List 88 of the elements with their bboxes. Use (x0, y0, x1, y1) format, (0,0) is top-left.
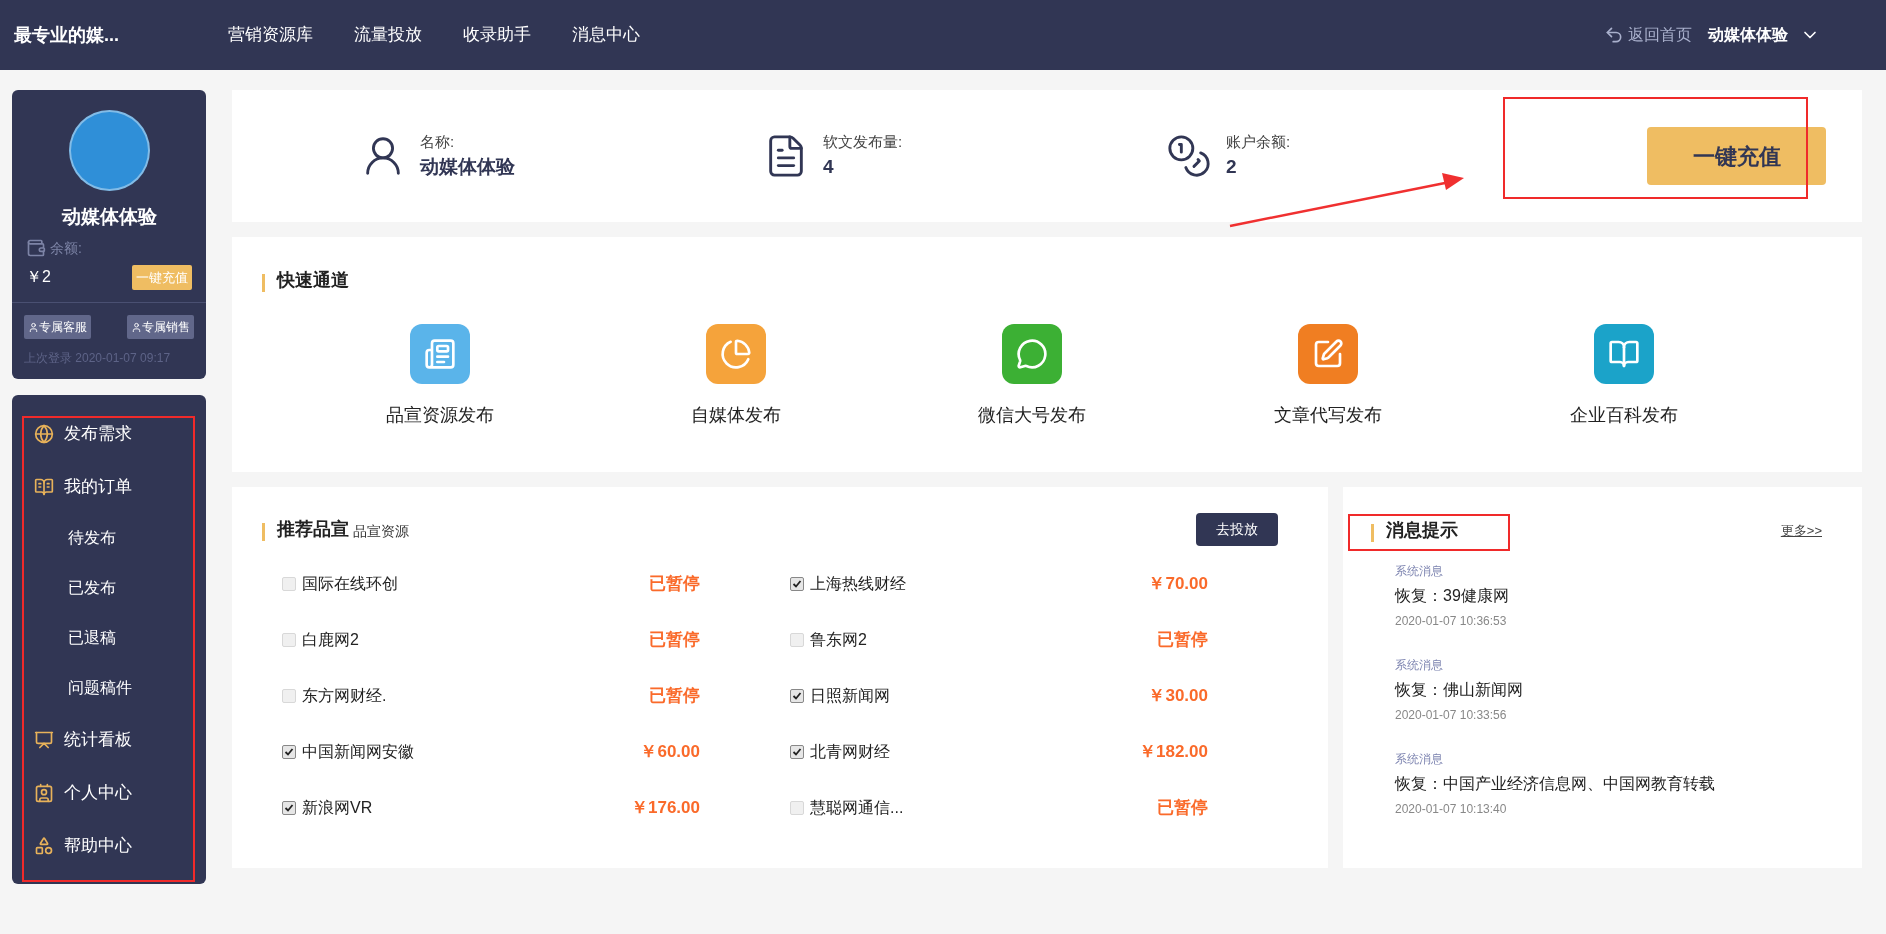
checkbox[interactable] (790, 689, 804, 703)
book-icon (1608, 338, 1640, 370)
quick-link[interactable]: 微信大号发布 (884, 324, 1180, 429)
nav-link[interactable]: 营销资源库 (228, 22, 313, 48)
more-link[interactable]: 更多>> (1780, 520, 1822, 541)
section-title: 消息提示 (1386, 519, 1458, 542)
resource-name: 东方网财经. (302, 686, 387, 706)
resource-name: 上海热线财经 (810, 574, 906, 594)
globe-icon (34, 423, 54, 444)
checkbox[interactable] (790, 577, 804, 591)
resource-name: 白鹿网2 (302, 630, 359, 650)
shapes-icon (34, 835, 54, 856)
message-title[interactable]: 恢复：39健康网 (1395, 584, 1834, 608)
message-type: 系统消息 (1395, 751, 1444, 768)
stat-value: 4 (823, 155, 835, 179)
stat-label: 账户余额: (1226, 131, 1291, 152)
contact-button[interactable]: 专属销售 (127, 315, 194, 339)
checkbox[interactable] (790, 745, 804, 759)
stat-label: 软文发布量: (823, 131, 903, 152)
submenu-item[interactable]: 待发布 (34, 513, 184, 563)
stat-value: 2 (1226, 155, 1238, 179)
recharge-button[interactable]: 一键充值 (1647, 127, 1826, 185)
stat-value: 动媒体体验 (420, 155, 515, 179)
home-link[interactable]: 返回首页 (1604, 23, 1692, 47)
resource-price: 已暂停 (1157, 797, 1208, 820)
user-menu[interactable]: 动媒体体验 (1708, 23, 1820, 47)
message-title[interactable]: 恢复：佛山新闻网 (1395, 678, 1834, 702)
site-title: 最专业的媒... (14, 23, 120, 47)
quick-link[interactable]: 文章代写发布 (1180, 324, 1476, 429)
menu-item[interactable]: 个人中心 (34, 766, 184, 819)
menu-item[interactable]: 帮助中心 (34, 819, 184, 872)
resource-name: 中国新闻网安徽 (302, 742, 414, 762)
resource-name: 新浪网VR (302, 798, 373, 818)
section-subtitle: 品宣资源 (353, 522, 409, 541)
submenu-item[interactable]: 问题稿件 (34, 663, 184, 713)
wallet-icon (26, 238, 46, 258)
quick-link[interactable]: 品宣资源发布 (292, 324, 588, 429)
reader-icon (34, 476, 54, 497)
profile-name: 动媒体体验 (61, 205, 157, 229)
resource-name: 国际在线环创 (302, 574, 398, 594)
board-icon (34, 729, 54, 750)
menu-item[interactable]: 我的订单 (34, 460, 184, 513)
submenu-item[interactable]: 已退稿 (34, 613, 184, 663)
resource-name: 北青网财经 (810, 742, 890, 762)
resource-price: 已暂停 (649, 629, 700, 652)
section-title: 快速通道 (277, 269, 349, 292)
message-type: 系统消息 (1395, 657, 1444, 674)
contact-button[interactable]: 专属客服 (24, 315, 91, 339)
resource-name: 鲁东网2 (810, 630, 867, 650)
resource-price: ￥60.00 (640, 741, 700, 764)
message-time: 2020-01-07 10:36:53 (1395, 613, 1508, 630)
resource-name: 日照新闻网 (810, 686, 890, 706)
message-time: 2020-01-07 10:33:56 (1395, 707, 1508, 724)
newspaper-icon (424, 338, 456, 370)
person-icon (131, 321, 142, 333)
submenu-item[interactable]: 已发布 (34, 563, 184, 613)
nav-link[interactable]: 消息中心 (572, 22, 640, 48)
resource-price: ￥70.00 (1148, 573, 1208, 596)
resource-price: 已暂停 (1157, 629, 1208, 652)
section-title: 推荐品宣 (277, 518, 349, 541)
pie-chart-icon (720, 338, 752, 370)
balance-label: 余额: (50, 238, 82, 258)
pencil-icon (1312, 338, 1344, 370)
menu-item[interactable]: 统计看板 (34, 713, 184, 766)
resource-price: ￥182.00 (1139, 741, 1208, 764)
message-title[interactable]: 恢复：中国产业经济信息网、中国网教育转载 (1395, 772, 1834, 796)
balance-value: ￥2 (26, 267, 51, 288)
launch-button[interactable]: 去投放 (1196, 513, 1278, 546)
chat-bubble-icon (1016, 338, 1048, 370)
resource-price: ￥30.00 (1148, 685, 1208, 708)
checkbox[interactable] (282, 801, 296, 815)
coins-icon (1166, 133, 1212, 179)
message-time: 2020-01-07 10:13:40 (1395, 801, 1508, 818)
resource-price: 已暂停 (649, 573, 700, 596)
resource-price: 已暂停 (649, 685, 700, 708)
nav-link[interactable]: 收录助手 (463, 22, 531, 48)
quick-link[interactable]: 自媒体发布 (588, 324, 884, 429)
person-icon (28, 321, 39, 333)
message-type: 系统消息 (1395, 563, 1444, 580)
nav-link[interactable]: 流量投放 (354, 22, 422, 48)
stat-label: 名称: (420, 131, 456, 152)
quick-link[interactable]: 企业百科发布 (1476, 324, 1772, 429)
return-icon (1604, 25, 1624, 45)
resource-price: ￥176.00 (631, 797, 700, 820)
menu-item[interactable]: 发布需求 (34, 407, 184, 460)
resource-name: 慧聪网通信... (810, 798, 904, 818)
contact-card-icon (34, 782, 54, 803)
checkbox[interactable] (282, 745, 296, 759)
